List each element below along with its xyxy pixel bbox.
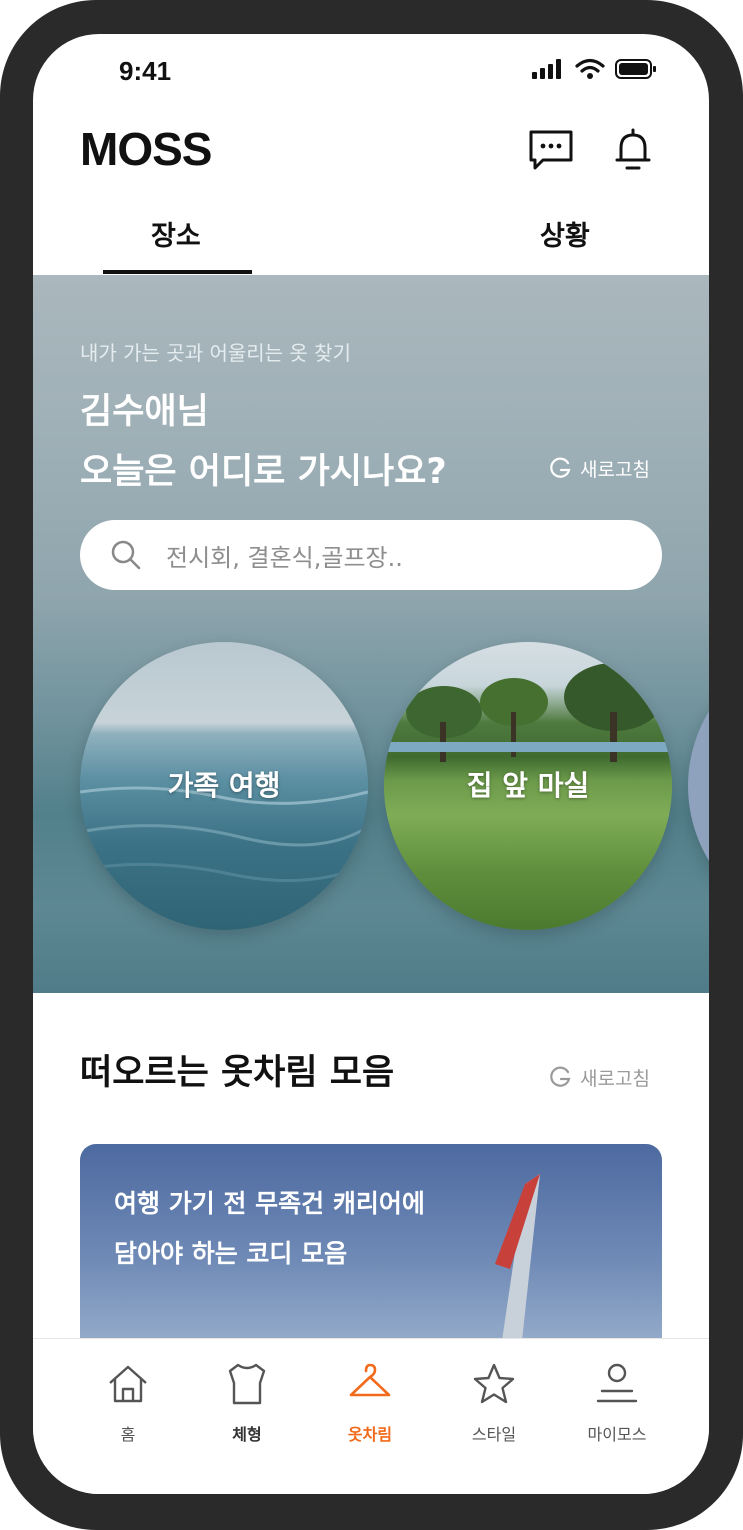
nav-my-moss-label: 마이모스 <box>587 1425 647 1444</box>
battery-icon <box>615 59 656 79</box>
signal-icon <box>532 59 561 79</box>
nav-outfit[interactable]: 옷차림 <box>315 1361 425 1445</box>
nav-home[interactable]: 홈 <box>73 1361 183 1445</box>
message-icon[interactable] <box>527 126 575 174</box>
hero-greeting: 김수애님 <box>80 392 209 432</box>
section-refresh-button[interactable]: 새로고침 <box>548 1064 650 1091</box>
bottom-navigation: 홈 체형 옷차림 스타일 마이모스 <box>33 1338 709 1494</box>
outfit-card-title-line1: 여행 가기 전 무족건 캐리어에 <box>114 1189 425 1218</box>
refresh-icon <box>550 1066 571 1087</box>
nav-home-label: 홈 <box>120 1425 136 1444</box>
section-title: 떠오르는 옷차림 모음 <box>80 1053 395 1093</box>
app-logo: MOSS <box>80 123 212 175</box>
hero-subtitle: 내가 가는 곳과 어울리는 옷 찾기 <box>80 341 351 365</box>
wifi-icon <box>575 58 605 79</box>
outfit-card-title-line2: 담아야 하는 코디 모음 <box>114 1239 348 1268</box>
nav-body-shape-label: 체형 <box>232 1425 262 1444</box>
place-card-partial[interactable] <box>688 642 709 930</box>
nav-body-shape[interactable]: 체형 <box>192 1361 302 1445</box>
nav-style[interactable]: 스타일 <box>439 1361 549 1445</box>
hero-question: 오늘은 어디로 가시나요? <box>80 452 447 492</box>
section-refresh-label: 새로고침 <box>580 1068 650 1090</box>
place-label-nearby-walk: 집 앞 마실 <box>466 769 590 802</box>
refresh-icon <box>550 457 571 478</box>
home-icon <box>109 1365 147 1403</box>
bell-icon[interactable] <box>609 126 657 174</box>
place-label-family-trip: 가족 여행 <box>167 769 281 802</box>
tab-place[interactable]: 장소 <box>151 214 201 253</box>
nav-my-moss[interactable]: 마이모스 <box>562 1361 672 1445</box>
status-time: 9:41 <box>119 56 172 86</box>
search-icon <box>111 540 141 570</box>
place-search-input[interactable]: 전시회, 결혼식,골프장.. <box>80 520 662 590</box>
status-icons <box>531 58 657 80</box>
profile-icon <box>596 1363 638 1403</box>
body-shape-icon <box>228 1363 266 1405</box>
app-screen: 9:41 MOSS 장소 상황 내가 가는 곳과 어울리는 옷 찾기 김수애님 … <box>33 34 709 1494</box>
search-placeholder: 전시회, 결혼식,골프장.. <box>166 543 403 572</box>
star-icon <box>473 1363 515 1404</box>
hanger-icon <box>349 1363 391 1397</box>
hero-banner: 내가 가는 곳과 어울리는 옷 찾기 김수애님 오늘은 어디로 가시나요? 새로… <box>33 275 709 993</box>
device-frame: 9:41 MOSS 장소 상황 내가 가는 곳과 어울리는 옷 찾기 김수애님 … <box>0 0 743 1530</box>
place-card-nearby-walk[interactable]: 집 앞 마실 <box>384 642 672 930</box>
place-card-family-trip[interactable]: 가족 여행 <box>80 642 368 930</box>
hero-refresh-button[interactable]: 새로고침 <box>548 455 650 482</box>
tab-situation[interactable]: 상황 <box>540 214 590 253</box>
tab-active-indicator <box>103 270 252 274</box>
nav-style-label: 스타일 <box>471 1425 517 1444</box>
nav-outfit-label: 옷차림 <box>347 1425 393 1444</box>
hero-refresh-label: 새로고침 <box>580 459 650 481</box>
